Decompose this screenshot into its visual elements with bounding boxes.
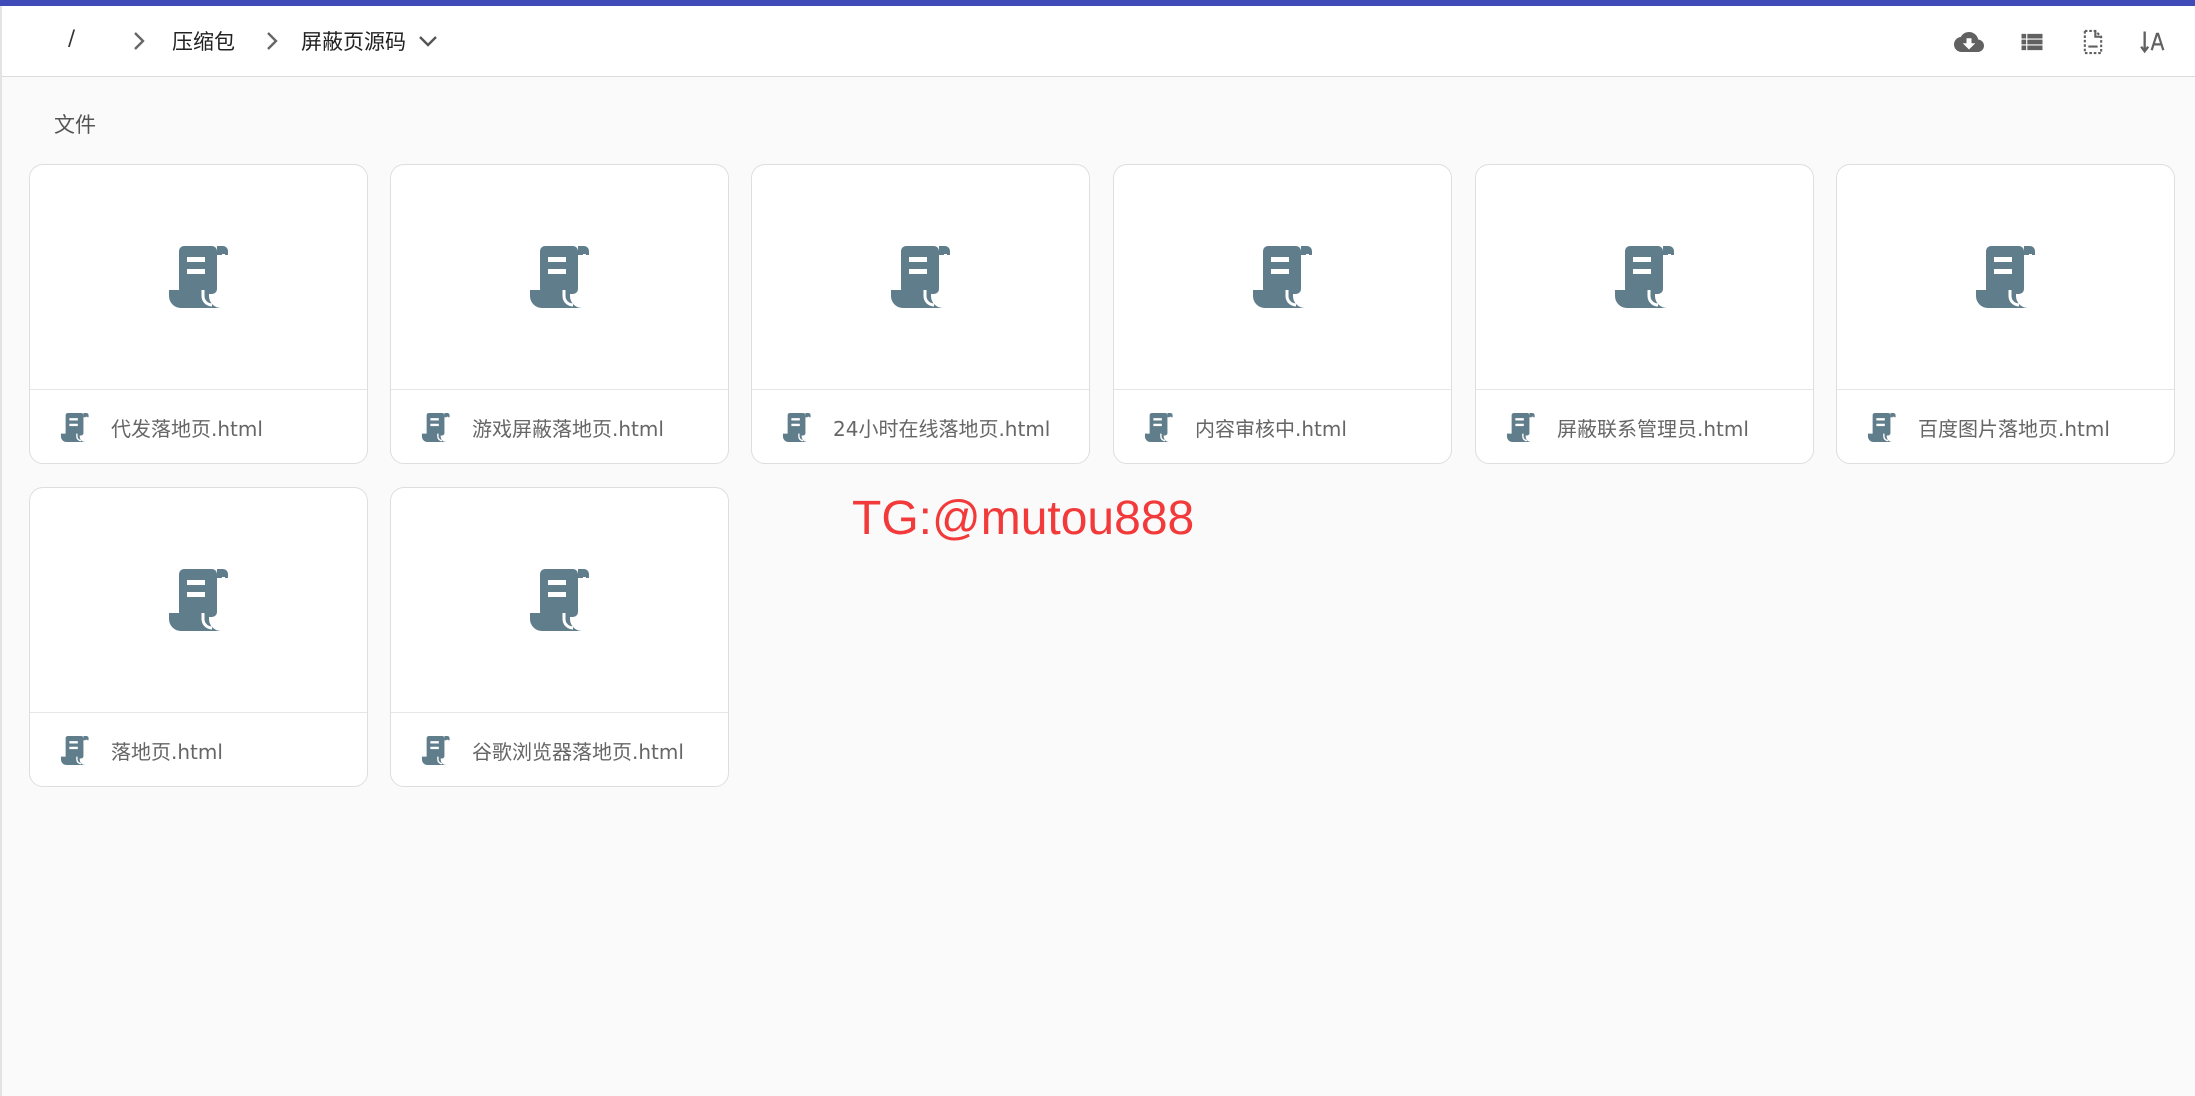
file-card[interactable]: 内容审核中.html <box>1113 164 1452 464</box>
breadcrumb-root[interactable]: / <box>68 26 75 50</box>
chevron-down-icon[interactable] <box>418 34 438 48</box>
file-card-footer: 谷歌浏览器落地页.html <box>391 713 728 786</box>
chevron-right-icon <box>134 32 145 50</box>
file-name: 屏蔽联系管理员.html <box>1557 416 1749 441</box>
breadcrumb-item-current[interactable]: 屏蔽页源码 <box>301 26 406 56</box>
script-file-icon <box>1975 246 2035 308</box>
file-info-icon <box>2083 29 2103 55</box>
file-name: 游戏屏蔽落地页.html <box>472 416 664 441</box>
file-card-footer: 24小时在线落地页.html <box>752 390 1089 463</box>
file-card[interactable]: 游戏屏蔽落地页.html <box>390 164 729 464</box>
script-file-icon <box>890 246 950 308</box>
file-preview <box>1837 165 2174 390</box>
file-card-footer: 游戏屏蔽落地页.html <box>391 390 728 463</box>
script-file-icon <box>420 734 452 766</box>
file-card-footer: 落地页.html <box>30 713 367 786</box>
download-button[interactable] <box>1953 26 1985 58</box>
sort-button[interactable] <box>2138 26 2170 58</box>
file-name: 内容审核中.html <box>1195 416 1347 441</box>
file-preview <box>752 165 1089 390</box>
file-preview <box>391 488 728 713</box>
file-card[interactable]: 落地页.html <box>29 487 368 787</box>
script-file-icon <box>59 734 91 766</box>
watermark-text: TG:@mutou888 <box>852 492 1195 545</box>
file-card[interactable]: 百度图片落地页.html <box>1836 164 2175 464</box>
list-view-button[interactable] <box>2016 26 2048 58</box>
file-card[interactable]: 24小时在线落地页.html <box>751 164 1090 464</box>
left-border <box>0 6 2 1096</box>
file-name: 落地页.html <box>111 739 223 764</box>
script-file-icon <box>1614 246 1674 308</box>
script-file-icon <box>529 246 589 308</box>
file-name: 百度图片落地页.html <box>1918 416 2110 441</box>
script-file-icon <box>1143 411 1175 443</box>
script-file-icon <box>1252 246 1312 308</box>
file-name: 24小时在线落地页.html <box>833 416 1051 441</box>
sort-icon <box>2140 31 2165 54</box>
script-file-icon <box>1866 411 1898 443</box>
script-file-icon <box>420 411 452 443</box>
file-card[interactable]: 屏蔽联系管理员.html <box>1475 164 1814 464</box>
chevron-right-icon <box>267 32 278 50</box>
section-title-files: 文件 <box>54 113 96 137</box>
script-file-icon <box>168 569 228 631</box>
breadcrumb-item-archives[interactable]: 压缩包 <box>172 26 235 56</box>
file-info-button[interactable] <box>2077 26 2109 58</box>
file-card-footer: 代发落地页.html <box>30 390 367 463</box>
file-card-footer: 内容审核中.html <box>1114 390 1451 463</box>
script-file-icon <box>59 411 91 443</box>
script-file-icon <box>529 569 589 631</box>
script-file-icon <box>1505 411 1537 443</box>
list-view-icon <box>2021 33 2043 51</box>
file-card-footer: 百度图片落地页.html <box>1837 390 2174 463</box>
file-card[interactable]: 代发落地页.html <box>29 164 368 464</box>
file-preview <box>391 165 728 390</box>
file-card[interactable]: 谷歌浏览器落地页.html <box>390 487 729 787</box>
file-preview <box>1476 165 1813 390</box>
file-preview <box>30 488 367 713</box>
file-name: 代发落地页.html <box>111 416 263 441</box>
file-card-footer: 屏蔽联系管理员.html <box>1476 390 1813 463</box>
file-name: 谷歌浏览器落地页.html <box>472 739 684 764</box>
header-bar: / 压缩包 屏蔽页源码 <box>2 6 2195 77</box>
file-preview <box>1114 165 1451 390</box>
script-file-icon <box>168 246 228 308</box>
script-file-icon <box>781 411 813 443</box>
cloud-download-icon <box>1954 32 1984 52</box>
file-preview <box>30 165 367 390</box>
